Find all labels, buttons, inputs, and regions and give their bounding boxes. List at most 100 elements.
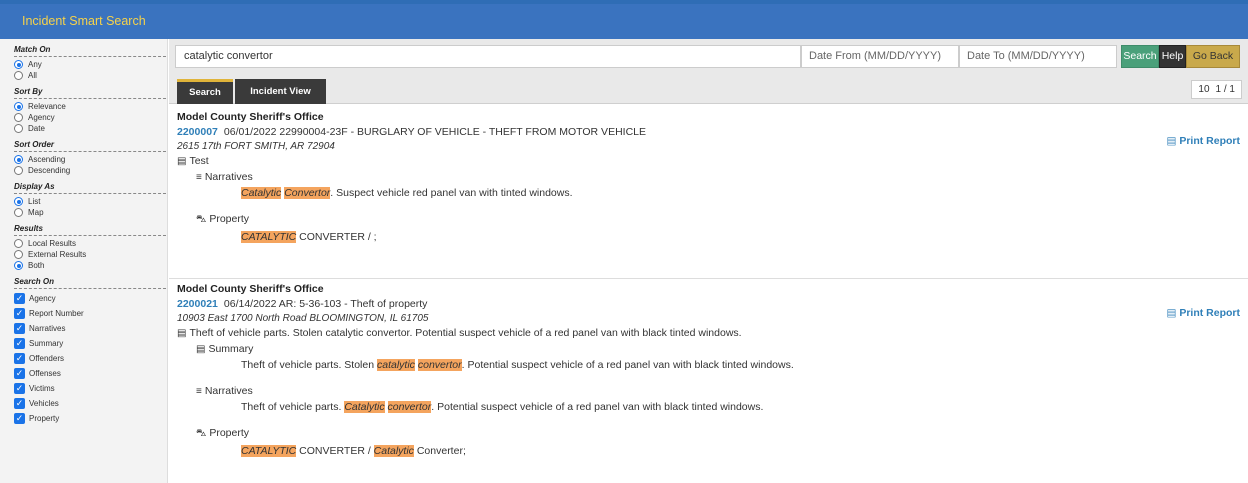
radio-icon[interactable]: [14, 208, 23, 217]
checkbox-checked-icon[interactable]: ✓: [14, 293, 25, 304]
clipboard-icon: ▤: [177, 328, 187, 339]
result-line: 2200007 06/01/2022 22990004-23F - BURGLAR…: [177, 126, 1248, 138]
clipboard-icon: ▤: [196, 344, 206, 355]
incident-number-link[interactable]: 2200007: [177, 126, 218, 138]
car-icon: ⛍: [196, 214, 207, 225]
tab-incident-view[interactable]: Incident View: [235, 79, 326, 104]
list-lines-icon: ≡: [196, 172, 202, 183]
results-local-option[interactable]: Local Results: [14, 238, 167, 249]
print-report-link[interactable]: ▤ Print Report: [1166, 307, 1240, 319]
summary-text: Theft of vehicle parts. Stolen catalytic…: [241, 359, 794, 371]
checkbox-checked-icon[interactable]: ✓: [14, 353, 25, 364]
document-icon: ▤: [1166, 135, 1180, 147]
date-from-field[interactable]: Date From (MM/DD/YYYY): [801, 45, 959, 68]
checkbox-checked-icon[interactable]: ✓: [14, 338, 25, 349]
search-on-victims[interactable]: ✓ Victims: [14, 381, 167, 396]
radio-icon[interactable]: [14, 239, 23, 248]
app-header: Incident Smart Search: [0, 0, 1248, 39]
date-to-field[interactable]: Date To (MM/DD/YYYY): [959, 45, 1117, 68]
radio-icon[interactable]: [14, 113, 23, 122]
search-on-narratives[interactable]: ✓ Narratives: [14, 321, 167, 336]
sort-relevance-option[interactable]: Relevance: [14, 101, 167, 112]
order-ascending-option[interactable]: Ascending: [14, 154, 167, 165]
display-list-option[interactable]: List: [14, 196, 167, 207]
main-panel: catalytic convertor Date From (MM/DD/YYY…: [169, 39, 1248, 483]
result-agency: Model County Sheriff's Office: [177, 283, 324, 295]
checkbox-checked-icon[interactable]: ✓: [14, 308, 25, 319]
pager[interactable]: 10 1 / 1: [1191, 80, 1242, 99]
tab-search[interactable]: Search: [177, 79, 233, 104]
display-as-title: Display As: [14, 176, 166, 194]
radio-icon[interactable]: [14, 71, 23, 80]
help-button[interactable]: Help: [1159, 45, 1186, 68]
checkbox-checked-icon[interactable]: ✓: [14, 323, 25, 334]
tab-bar: Search Incident View 10 1 / 1: [169, 73, 1248, 104]
results-external-option[interactable]: External Results: [14, 249, 167, 260]
checkbox-checked-icon[interactable]: ✓: [14, 398, 25, 409]
search-on-property[interactable]: ✓ Property: [14, 411, 167, 426]
radio-icon[interactable]: [14, 166, 23, 175]
radio-selected-icon[interactable]: [14, 155, 23, 164]
go-back-button[interactable]: Go Back: [1186, 45, 1240, 68]
narratives-heading: ≡ Narratives: [196, 385, 253, 397]
search-on-vehicles[interactable]: ✓ Vehicles: [14, 396, 167, 411]
summary-heading: ▤ Summary: [196, 343, 254, 355]
property-heading: ⛍ Property: [196, 427, 249, 439]
property-text: CATALYTIC CONVERTER / ;: [241, 231, 377, 243]
results-title: Results: [14, 218, 166, 236]
app-title: Incident Smart Search: [22, 14, 146, 28]
radio-selected-icon[interactable]: [14, 197, 23, 206]
display-map-option[interactable]: Map: [14, 207, 167, 218]
result-description: ▤ Theft of vehicle parts. Stolen catalyti…: [177, 327, 742, 339]
match-on-title: Match On: [14, 39, 166, 57]
match-any-option[interactable]: Any: [14, 59, 167, 70]
narratives-text: Theft of vehicle parts. Catalytic conver…: [241, 401, 764, 413]
list-lines-icon: ≡: [196, 386, 202, 397]
result-card: Model County Sheriff's Office 2200021 06/…: [169, 283, 1248, 483]
results-list: Model County Sheriff's Office 2200007 06/…: [169, 105, 1248, 483]
sort-date-option[interactable]: Date: [14, 123, 167, 134]
result-address: 10903 East 1700 North Road BLOOMINGTON, …: [177, 313, 429, 324]
page-indicator: 1 / 1: [1215, 84, 1235, 95]
order-descending-option[interactable]: Descending: [14, 165, 167, 176]
incident-number-link[interactable]: 2200021: [177, 298, 218, 310]
search-input[interactable]: catalytic convertor: [175, 45, 801, 68]
property-heading: ⛍ Property: [196, 213, 249, 225]
results-both-option[interactable]: Both: [14, 260, 167, 271]
radio-selected-icon[interactable]: [14, 261, 23, 270]
search-on-agency[interactable]: ✓ Agency: [14, 291, 167, 306]
checkbox-checked-icon[interactable]: ✓: [14, 413, 25, 424]
checkbox-checked-icon[interactable]: ✓: [14, 368, 25, 379]
result-details: 06/01/2022 22990004-23F - BURGLARY OF VE…: [223, 126, 646, 138]
car-icon: ⛍: [196, 428, 207, 439]
radio-selected-icon[interactable]: [14, 102, 23, 111]
document-icon: ▤: [1166, 307, 1180, 319]
search-bar: catalytic convertor Date From (MM/DD/YYY…: [169, 39, 1248, 73]
result-line: 2200021 06/14/2022 AR: 5-36-103 - Theft o…: [177, 298, 1248, 310]
clipboard-icon: ▤: [177, 156, 187, 167]
checkbox-checked-icon[interactable]: ✓: [14, 383, 25, 394]
sidebar: Match On Any All Sort By Relevance Agenc…: [0, 39, 168, 483]
sort-agency-option[interactable]: Agency: [14, 112, 167, 123]
search-on-title: Search On: [14, 271, 166, 289]
sort-by-title: Sort By: [14, 81, 166, 99]
radio-selected-icon[interactable]: [14, 60, 23, 69]
sort-order-title: Sort Order: [14, 134, 166, 152]
search-on-summary[interactable]: ✓ Summary: [14, 336, 167, 351]
result-agency: Model County Sheriff's Office: [177, 111, 324, 123]
property-text: CATALYTIC CONVERTER / Catalytic Converte…: [241, 445, 466, 457]
match-all-option[interactable]: All: [14, 70, 167, 81]
narratives-text: Catalytic Convertor. Suspect vehicle red…: [241, 187, 573, 199]
search-on-offenses[interactable]: ✓ Offenses: [14, 366, 167, 381]
print-report-link[interactable]: ▤ Print Report: [1166, 135, 1240, 147]
search-on-offenders[interactable]: ✓ Offenders: [14, 351, 167, 366]
search-button[interactable]: Search: [1121, 45, 1159, 68]
result-description: ▤ Test: [177, 155, 209, 167]
result-address: 2615 17th FORT SMITH, AR 72904: [177, 141, 335, 152]
radio-icon[interactable]: [14, 124, 23, 133]
per-page-value: 10: [1198, 84, 1210, 95]
radio-icon[interactable]: [14, 250, 23, 259]
result-card: Model County Sheriff's Office 2200007 06/…: [169, 111, 1248, 279]
search-on-report-number[interactable]: ✓ Report Number: [14, 306, 167, 321]
result-details: 06/14/2022 AR: 5-36-103 - Theft of prope…: [223, 298, 428, 310]
